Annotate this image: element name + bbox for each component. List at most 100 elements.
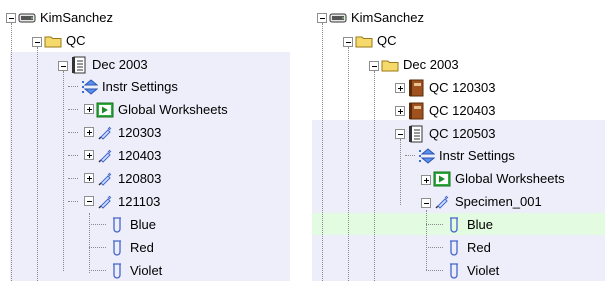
tree-line (68, 86, 78, 87)
tree-node-tube[interactable]: Red (108, 237, 154, 259)
collapse-toggle[interactable] (84, 196, 94, 206)
syringe-icon (96, 147, 114, 165)
tree-line (89, 247, 106, 248)
expand-toggle[interactable] (395, 106, 405, 116)
tree-node-folder-qc[interactable]: QC (355, 30, 397, 52)
tree-node-folder-qc[interactable]: QC (44, 30, 86, 52)
tube-icon (445, 239, 463, 257)
tree-node-tube[interactable]: Blue (108, 214, 156, 236)
node-label: Specimen_001 (455, 194, 542, 209)
tube-icon (445, 216, 463, 234)
tube-icon (445, 262, 463, 280)
tree-node-folder-dec[interactable]: Dec 2003 (381, 54, 459, 76)
node-label: Red (467, 240, 491, 255)
tree-node-experiment[interactable]: QC 120403 (407, 100, 496, 122)
tree-node-global-worksheets[interactable]: Global Worksheets (96, 99, 228, 121)
expand-toggle[interactable] (84, 127, 94, 137)
expand-toggle[interactable] (84, 104, 94, 114)
instrument-settings-icon (80, 78, 98, 96)
collapse-toggle[interactable] (369, 61, 379, 71)
node-label: Violet (467, 263, 500, 278)
tree-line (63, 71, 64, 271)
node-label: Blue (467, 217, 494, 232)
tree-line (89, 213, 90, 273)
node-label: QC 120403 (429, 103, 496, 118)
node-label: QC (66, 33, 86, 48)
collapse-toggle[interactable] (395, 129, 405, 139)
tree-node-run[interactable]: 121103 (96, 191, 160, 213)
folder-icon (355, 32, 373, 50)
node-label: Red (130, 240, 154, 255)
tree-node-run[interactable]: 120303 (96, 122, 161, 144)
tree-node-tube[interactable]: Violet (108, 260, 162, 282)
tree-node-database[interactable]: KimSanchez (329, 7, 424, 29)
tree-line (405, 155, 415, 156)
node-label: QC (377, 33, 397, 48)
expand-toggle[interactable] (84, 173, 94, 183)
tree-node-experiment[interactable]: QC 120303 (407, 77, 496, 99)
tree-line (322, 23, 323, 281)
collapse-toggle[interactable] (421, 198, 431, 208)
experiment-book-icon (407, 79, 425, 97)
tree-line (68, 201, 78, 202)
node-label: Instr Settings (102, 79, 178, 94)
expand-toggle[interactable] (395, 83, 405, 93)
tree-node-run[interactable]: 120803 (96, 168, 161, 190)
node-label: QC 120503 (429, 126, 496, 141)
global-worksheets-icon (433, 170, 451, 188)
tube-icon (108, 262, 126, 280)
tree-node-tube-selected[interactable]: Blue (445, 214, 493, 236)
tree-node-database[interactable]: KimSanchez (18, 7, 113, 29)
tube-icon (108, 239, 126, 257)
database-icon (329, 9, 347, 27)
node-label: 120803 (118, 171, 162, 186)
node-label: 120403 (118, 148, 162, 163)
collapse-toggle[interactable] (58, 61, 68, 71)
tree-line (68, 155, 78, 156)
expand-toggle[interactable] (84, 150, 94, 160)
tree-line (11, 23, 12, 281)
folder-icon (381, 56, 399, 74)
collapse-toggle[interactable] (317, 13, 327, 23)
node-label: Violet (130, 263, 163, 278)
tree-line (374, 71, 375, 281)
collapse-toggle[interactable] (343, 37, 353, 47)
experiment-book-icon (407, 102, 425, 120)
node-label: Global Worksheets (455, 171, 565, 186)
node-label: KimSanchez (40, 10, 113, 25)
expand-toggle[interactable] (421, 175, 431, 185)
right-browser-tree: KimSanchez QC Dec 2003 QC 120303 QC 1204… (312, 0, 605, 281)
tree-node-instr-settings[interactable]: Instr Settings (417, 145, 515, 167)
node-label: QC 120303 (429, 80, 496, 95)
tree-node-specimen[interactable]: Specimen_001 (433, 191, 542, 213)
tree-node-experiment-open[interactable]: QC 120503 (407, 123, 496, 145)
tree-line (426, 224, 443, 225)
instrument-settings-icon (417, 147, 435, 165)
collapse-toggle[interactable] (6, 13, 16, 23)
tree-node-global-worksheets[interactable]: Global Worksheets (433, 168, 565, 190)
database-icon (18, 9, 36, 27)
notebook-icon (407, 125, 425, 143)
syringe-icon (96, 124, 114, 142)
tree-line (426, 210, 427, 270)
tree-line (400, 139, 401, 205)
node-label: Dec 2003 (92, 57, 148, 72)
tree-line (89, 270, 106, 271)
notebook-icon (70, 56, 88, 74)
syringe-icon (96, 170, 114, 188)
tree-node-tube[interactable]: Violet (445, 260, 499, 282)
tree-node-instr-settings[interactable]: Instr Settings (80, 76, 178, 98)
left-browser-tree: KimSanchez QC Dec 2003 Instr Settings Gl… (0, 0, 290, 281)
tree-node-tube[interactable]: Red (445, 237, 491, 259)
tree-line (89, 224, 106, 225)
node-label: Dec 2003 (403, 57, 459, 72)
tube-icon (108, 216, 126, 234)
node-label: KimSanchez (351, 10, 424, 25)
collapse-toggle[interactable] (32, 37, 42, 47)
node-label: 121103 (118, 194, 161, 209)
tree-line (37, 47, 38, 281)
tree-node-run[interactable]: 120403 (96, 145, 161, 167)
tree-line (348, 47, 349, 281)
tree-node-experiment-folder[interactable]: Dec 2003 (70, 54, 148, 76)
syringe-icon (433, 193, 451, 211)
